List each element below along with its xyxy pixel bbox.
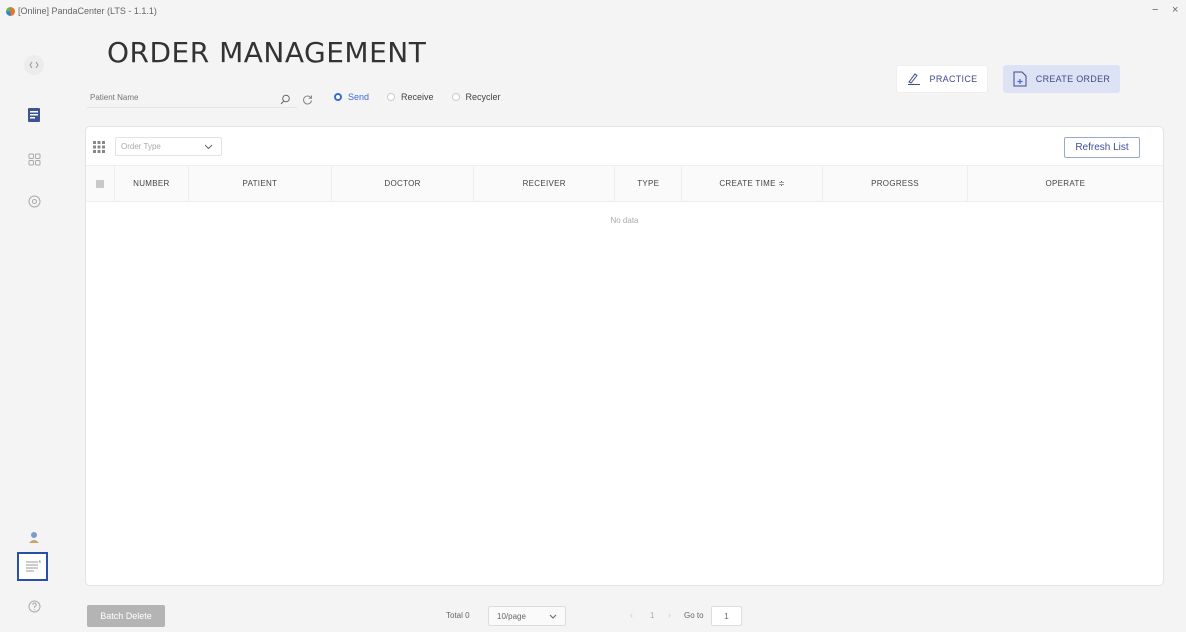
radio-send-label: Send xyxy=(348,92,370,102)
reset-icon xyxy=(303,95,312,105)
expand-icon xyxy=(29,61,39,69)
footer: Batch Delete Total 0 10/page ‹ 1 › Go to… xyxy=(0,605,1186,627)
close-button[interactable]: × xyxy=(1172,4,1178,16)
column-doctor[interactable]: DOCTOR xyxy=(332,166,475,201)
order-direction-filter: Send Receive Recycler xyxy=(334,92,519,102)
page-size-select[interactable]: 10/page xyxy=(488,606,566,626)
order-type-placeholder: Order Type xyxy=(121,142,161,151)
search-button[interactable] xyxy=(280,92,291,110)
sidebar-item-orders[interactable] xyxy=(24,105,44,125)
column-create-time[interactable]: CREATE TIME ≑ xyxy=(682,166,824,201)
column-settings-button[interactable] xyxy=(93,140,105,158)
radio-receive[interactable]: Receive xyxy=(387,92,434,102)
column-patient[interactable]: PATIENT xyxy=(189,166,332,201)
app-logo-icon xyxy=(6,6,15,16)
radio-receive-label: Receive xyxy=(401,92,434,102)
column-type[interactable]: TYPE xyxy=(615,166,683,201)
empty-table-message: No data xyxy=(610,216,639,225)
practice-label: PRACTICE xyxy=(929,74,978,84)
chevron-down-icon xyxy=(549,614,557,619)
reset-button[interactable] xyxy=(302,92,313,110)
create-order-button[interactable]: CREATE ORDER xyxy=(1003,65,1120,93)
column-operate[interactable]: OPERATE xyxy=(968,166,1163,201)
radio-recycler[interactable]: Recycler xyxy=(451,92,501,102)
window-title: [Online] PandaCenter (LTS - 1.1.1) xyxy=(18,6,157,16)
orders-icon xyxy=(28,108,40,122)
target-icon xyxy=(28,195,40,207)
radio-send[interactable]: Send xyxy=(334,92,369,102)
next-page-button[interactable]: › xyxy=(668,610,671,620)
user-icon xyxy=(29,532,39,543)
chevron-down-icon xyxy=(204,144,213,149)
order-type-select[interactable]: Order Type xyxy=(115,137,222,156)
create-order-label: CREATE ORDER xyxy=(1035,74,1111,84)
pen-icon xyxy=(907,73,920,85)
add-file-icon xyxy=(1013,71,1027,87)
refresh-list-button[interactable]: Refresh List xyxy=(1064,137,1140,158)
practice-button[interactable]: PRACTICE xyxy=(896,65,988,93)
sidebar-item-user[interactable] xyxy=(24,527,44,547)
batch-delete-button[interactable]: Batch Delete xyxy=(87,605,165,627)
grid-icon xyxy=(28,153,40,165)
select-all-checkbox[interactable] xyxy=(86,166,115,201)
columns-grid-icon xyxy=(93,141,105,153)
goto-label: Go to xyxy=(684,611,704,620)
prev-page-button[interactable]: ‹ xyxy=(630,610,633,620)
total-count: Total 0 xyxy=(446,611,470,620)
column-number[interactable]: NUMBER xyxy=(115,166,190,201)
sidebar-item-notes[interactable] xyxy=(17,552,48,581)
minimize-button[interactable]: − xyxy=(1152,4,1158,16)
notes-icon xyxy=(25,560,40,572)
expand-sidebar-button[interactable] xyxy=(24,55,44,75)
search-input[interactable] xyxy=(87,93,267,102)
column-progress[interactable]: PROGRESS xyxy=(823,166,968,201)
page-title: ORDER MANAGEMENT xyxy=(107,36,427,69)
radio-recycler-label: Recycler xyxy=(465,92,501,102)
table-header: NUMBER PATIENT DOCTOR RECEIVER TYPE CREA… xyxy=(86,165,1163,202)
search-icon xyxy=(280,94,290,105)
title-bar: [Online] PandaCenter (LTS - 1.1.1) xyxy=(0,0,1186,22)
orders-panel: Order Type Refresh List NUMBER PATIENT D… xyxy=(85,126,1164,586)
sidebar-item-apps[interactable] xyxy=(24,149,44,169)
sidebar xyxy=(0,22,70,632)
sidebar-item-target[interactable] xyxy=(24,191,44,211)
column-receiver[interactable]: RECEIVER xyxy=(474,166,616,201)
page-number[interactable]: 1 xyxy=(650,611,654,620)
search-bar xyxy=(87,88,297,108)
page-size-value: 10/page xyxy=(497,611,526,621)
goto-page-input[interactable]: 1 xyxy=(711,606,742,626)
